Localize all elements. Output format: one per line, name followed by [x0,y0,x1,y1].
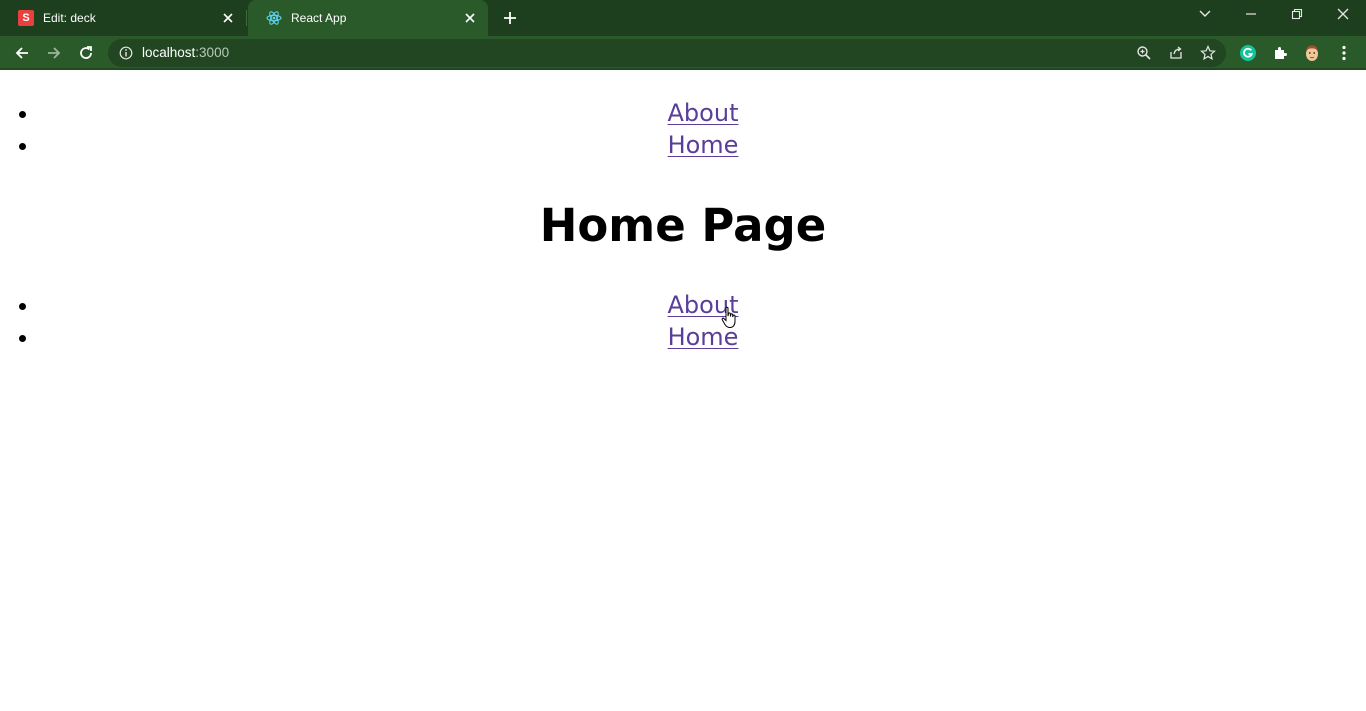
bookmark-star-icon[interactable] [1199,44,1217,62]
page-content: About Home Home Page About Home [0,72,1366,711]
plus-icon [504,12,516,24]
page-title: Home Page [539,199,827,252]
grammarly-extension-button[interactable] [1235,40,1261,66]
profile-avatar-button[interactable] [1299,40,1325,66]
nav-link-home[interactable]: Home [668,131,739,159]
tab-title: Edit: deck [43,11,96,25]
restore-icon [1291,8,1303,20]
browser-toolbar: localhost:3000 [0,36,1366,70]
reload-icon [80,46,92,59]
minimize-button[interactable] [1235,2,1267,26]
minimize-icon [1246,13,1256,15]
browser-menu-button[interactable] [1331,40,1357,66]
grammarly-icon [1240,45,1256,61]
tab-title: React App [291,11,347,25]
close-window-button[interactable] [1327,2,1359,26]
nav-item: Home [40,321,1366,353]
reload-button[interactable] [73,40,99,66]
avatar-icon [1302,43,1322,63]
nav-item: About [40,289,1366,321]
react-icon [266,10,282,26]
tab-search-button[interactable] [1189,2,1221,26]
close-icon [1337,8,1349,20]
nav-link-about[interactable]: About [668,99,739,127]
back-button[interactable] [9,40,35,66]
arrow-right-icon [48,47,61,59]
tab-edit-deck[interactable]: S Edit: deck [0,0,246,36]
tab-separator [246,10,247,26]
tab-react-app[interactable]: React App [248,0,488,36]
url-host: localhost [142,45,196,60]
close-tab-icon[interactable] [462,10,478,26]
nav-item: About [40,97,1366,129]
zoom-icon[interactable] [1135,44,1153,62]
share-icon[interactable] [1167,44,1185,62]
slides-s-icon: S [18,10,34,26]
forward-button[interactable] [41,40,67,66]
address-bar[interactable]: localhost:3000 [108,39,1226,67]
chevron-down-icon [1199,10,1211,17]
puzzle-icon [1275,47,1287,59]
nav-item: Home [40,129,1366,161]
tab-strip: S Edit: deck React App [0,0,1366,36]
new-tab-button[interactable] [498,6,522,30]
extensions-button[interactable] [1267,40,1293,66]
hand-cursor-icon [721,306,736,329]
top-nav-list: About Home [0,97,1366,161]
bottom-nav-list: About Home [0,289,1366,353]
restore-button[interactable] [1281,2,1313,26]
kebab-menu-icon [1342,45,1346,61]
info-icon[interactable] [118,45,134,61]
close-tab-icon[interactable] [220,10,236,26]
url-text[interactable]: localhost:3000 [142,46,229,60]
arrow-left-icon [15,47,28,59]
url-port: :3000 [195,45,230,60]
